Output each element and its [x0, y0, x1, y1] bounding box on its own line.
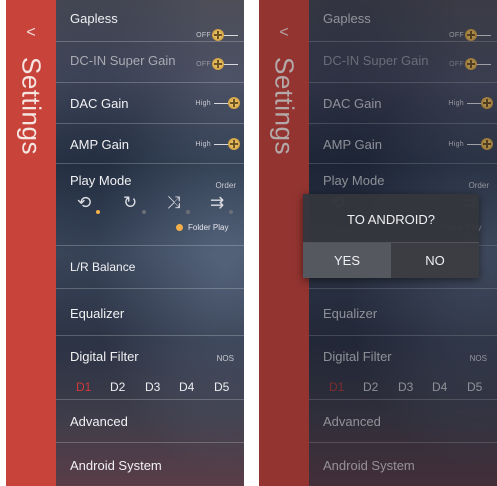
setting-row-digital-filter: Digital Filter NOS D1 D2 D3 D4 D5: [56, 336, 244, 400]
setting-label: Play Mode: [70, 173, 132, 188]
repeat-one-icon[interactable]: ⟲: [77, 193, 91, 213]
order-icon[interactable]: ⇉: [210, 193, 224, 213]
filter-option-d2[interactable]: D2: [110, 380, 125, 394]
filter-value: NOS: [216, 354, 234, 363]
filter-option-d5[interactable]: D5: [214, 380, 229, 394]
setting-label: Digital Filter: [70, 349, 139, 364]
setting-row-amp-gain[interactable]: AMP Gain High: [56, 124, 244, 164]
back-button[interactable]: <: [6, 24, 56, 42]
setting-row-gapless[interactable]: Gapless OFF: [56, 0, 244, 42]
folder-play-radio[interactable]: [176, 224, 183, 231]
shuffle-icon[interactable]: ⤨: [167, 193, 181, 213]
settings-screen-dialog: < Settings Gapless OFF DC-IN Super Gain …: [259, 0, 497, 486]
setting-row-play-mode: Play Mode Order ⟲ ↻ ⤨ ⇉ Folder Play: [56, 164, 244, 246]
inactive-dot-icon: [229, 210, 233, 214]
chevron-left-icon: <: [26, 24, 36, 41]
inactive-dot-icon: [186, 210, 190, 214]
dc-in-toggle[interactable]: OFF: [196, 57, 238, 71]
amp-gain-toggle[interactable]: High: [195, 137, 240, 151]
page-title: Settings: [16, 57, 47, 155]
filter-option-d1[interactable]: D1: [76, 380, 91, 394]
gapless-toggle[interactable]: OFF: [196, 28, 238, 42]
toggle-knob-icon: [212, 28, 224, 41]
setting-row-advanced[interactable]: Advanced: [56, 400, 244, 443]
dialog-title: TO ANDROID?: [347, 212, 435, 227]
settings-screen: < Settings Gapless OFF DC-IN Super Gain …: [6, 0, 244, 486]
dac-gain-toggle[interactable]: High: [195, 96, 240, 110]
toggle-knob-icon: [228, 137, 240, 150]
setting-row-android-system[interactable]: Android System: [56, 443, 244, 486]
toggle-knob-icon: [212, 57, 224, 70]
yes-button[interactable]: YES: [303, 243, 391, 278]
setting-label: Equalizer: [70, 306, 125, 321]
setting-row-dc-in-super-gain[interactable]: DC-IN Super Gain OFF: [56, 42, 244, 83]
repeat-all-icon[interactable]: ↻: [123, 193, 137, 213]
sidebar: < Settings: [6, 0, 56, 486]
no-button[interactable]: NO: [391, 243, 479, 278]
inactive-dot-icon: [142, 210, 146, 214]
setting-label: DAC Gain: [70, 96, 129, 111]
setting-label: AMP Gain: [70, 137, 130, 152]
play-mode-value: Order: [215, 181, 236, 190]
setting-label: Android System: [70, 458, 162, 473]
settings-list: Gapless OFF DC-IN Super Gain OFF DAC Gai…: [56, 0, 244, 486]
active-dot-icon: [96, 210, 100, 214]
setting-label: L/R Balance: [70, 260, 136, 274]
setting-row-equalizer[interactable]: Equalizer: [56, 289, 244, 336]
setting-row-lr-balance[interactable]: L/R Balance: [56, 246, 244, 289]
folder-play-label: Folder Play: [188, 223, 229, 232]
setting-label: Advanced: [70, 414, 128, 429]
setting-row-dac-gain[interactable]: DAC Gain High: [56, 83, 244, 124]
filter-option-d4[interactable]: D4: [179, 380, 194, 394]
setting-label: DC-IN Super Gain: [70, 53, 176, 68]
setting-label: Gapless: [70, 11, 118, 26]
filter-option-d3[interactable]: D3: [145, 380, 160, 394]
toggle-knob-icon: [228, 96, 240, 109]
confirm-dialog: TO ANDROID? YES NO: [303, 194, 479, 278]
